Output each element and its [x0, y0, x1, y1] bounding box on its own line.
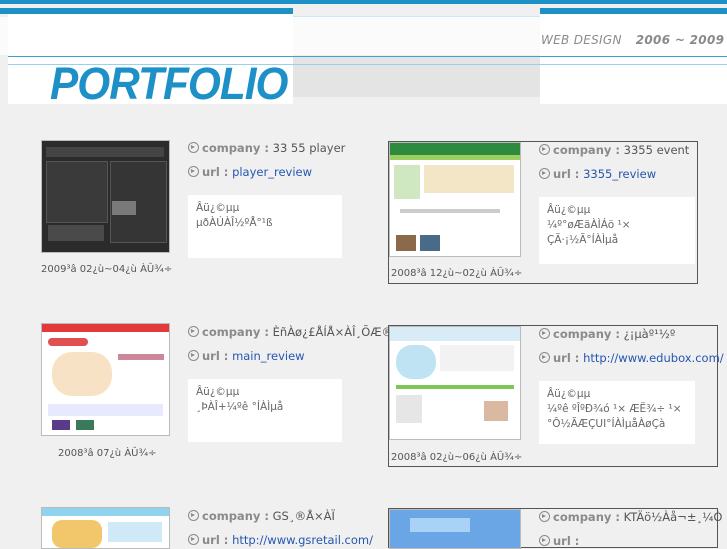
- company-label: company : ÈñÀø¿£ÅÍÅ×ÀÎ¸ÕÆ®: [188, 325, 393, 339]
- project-date: 2009³â 02¿ù~04¿ù ÀÛ¾÷: [41, 264, 173, 275]
- arrow-icon: [188, 166, 199, 177]
- url-label: url : player_review: [188, 165, 312, 179]
- arrow-icon: [188, 142, 199, 153]
- arrow-icon: [539, 328, 550, 339]
- arrow-icon: [539, 352, 550, 363]
- project-link[interactable]: main_review: [232, 349, 305, 363]
- header-caption-panel: [540, 14, 727, 104]
- project-link[interactable]: 3355_review: [583, 167, 656, 181]
- header-caption: WEB DESIGN 2006 ~ 2009: [541, 33, 724, 47]
- header-top-line: [0, 0, 727, 4]
- company-label: company : GS¸®Å×ÀÏ: [188, 509, 335, 523]
- project-date: 2008³â 02¿ù~06¿ù ÀÛ¾÷: [391, 452, 523, 463]
- project-description: Âü¿©µµ ¸ÞÀÎ+¼­ºê °ÍÀÌµå: [188, 379, 342, 442]
- arrow-icon: [539, 168, 550, 179]
- caption-years: 2006 ~ 2009: [635, 33, 725, 47]
- project-date: 2008³â 07¿ù ÀÛ¾÷: [58, 448, 157, 459]
- project-date: 2008³â 12¿ù~02¿ù ÀÛ¾÷: [391, 268, 523, 279]
- company-label: company : 3355 event: [539, 143, 689, 157]
- project-thumbnail[interactable]: [41, 507, 170, 549]
- project-thumbnail[interactable]: [41, 140, 170, 253]
- arrow-icon: [539, 535, 550, 546]
- arrow-icon: [188, 326, 199, 337]
- company-label: company : ¿¡µàº¹½º: [539, 327, 675, 341]
- project-thumbnail[interactable]: [389, 142, 521, 257]
- company-label: company : 33 55 player: [188, 141, 345, 155]
- project-thumbnail[interactable]: [389, 326, 521, 440]
- arrow-icon: [188, 350, 199, 361]
- arrow-icon: [188, 510, 199, 521]
- portfolio-logo[interactable]: PORTFOLIO: [50, 58, 288, 110]
- project-thumbnail[interactable]: [41, 323, 170, 436]
- arrow-icon: [539, 144, 550, 155]
- arrow-icon: [188, 534, 199, 545]
- url-label: url : http://www.edubox.com/: [539, 351, 724, 365]
- header-divider: [293, 16, 540, 17]
- url-label: url : 3355_review: [539, 167, 656, 181]
- header-rule-1: [8, 56, 727, 57]
- project-link[interactable]: player_review: [232, 165, 312, 179]
- project-description: Âü¿©µµ µðÀÚÀÎ½ºÅ°¹ß: [188, 195, 342, 258]
- caption-label: WEB DESIGN: [541, 33, 622, 47]
- company-label: company : KTÄö½Àå¬±¸¼Ò: [539, 510, 722, 524]
- header-grey-block: [293, 57, 540, 97]
- url-label: url :: [539, 534, 579, 548]
- project-thumbnail[interactable]: [389, 509, 521, 549]
- project-description: Âü¿©µµ ¼­ºê ºÎºÐ¾ó ¹× ÆË¾÷ ¹× °Ô½ÃÆÇUI°Í…: [539, 381, 695, 444]
- project-link[interactable]: http://www.edubox.com/: [583, 351, 724, 365]
- url-label: url : main_review: [188, 349, 305, 363]
- arrow-icon: [539, 511, 550, 522]
- project-description: Âü¿©µµ ¼º°øÆäÀÌÁö ¹× ÇÃ·¡½Ã°ÍÀÌµå: [539, 197, 695, 264]
